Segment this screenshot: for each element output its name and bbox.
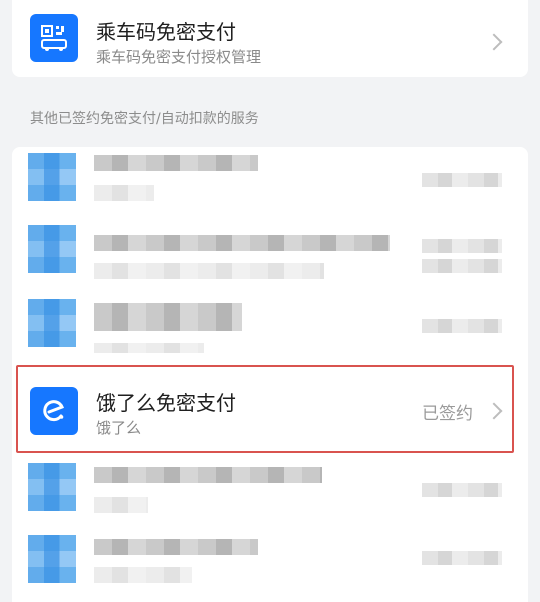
blurred-title xyxy=(94,303,242,331)
blurred-service-icon xyxy=(28,153,76,201)
list-item[interactable] xyxy=(12,291,528,363)
bus-code-title: 乘车码免密支付 xyxy=(96,20,236,44)
blurred-service-icon xyxy=(28,299,76,347)
blurred-title xyxy=(94,467,322,483)
bus-qr-code-icon xyxy=(30,14,78,62)
blurred-status xyxy=(422,173,502,187)
bus-code-subtitle: 乘车码免密支付授权管理 xyxy=(96,48,262,66)
blurred-service-icon xyxy=(28,463,76,511)
blurred-service-icon xyxy=(28,225,76,273)
list-item[interactable] xyxy=(12,219,528,291)
blurred-title xyxy=(94,539,258,555)
list-item[interactable] xyxy=(12,457,528,529)
blurred-title xyxy=(94,235,390,251)
chevron-right-icon xyxy=(485,33,503,51)
bus-code-card[interactable]: 乘车码免密支付 乘车码免密支付授权管理 xyxy=(12,0,528,77)
blurred-subtitle xyxy=(94,185,154,201)
blurred-subtitle xyxy=(94,343,204,353)
section-label: 其他已签约免密支付/自动扣款的服务 xyxy=(30,111,259,127)
blurred-status xyxy=(422,239,502,253)
blurred-subtitle xyxy=(94,263,324,279)
blurred-service-icon xyxy=(28,535,76,583)
highlight-box xyxy=(16,365,514,453)
blurred-subtitle xyxy=(94,567,192,583)
blurred-status xyxy=(422,483,502,497)
blurred-subtitle xyxy=(94,497,148,513)
blurred-status xyxy=(422,259,502,273)
blurred-title xyxy=(94,155,258,171)
list-item[interactable] xyxy=(12,529,528,601)
list-item[interactable] xyxy=(12,147,528,219)
blurred-status xyxy=(422,319,502,333)
blurred-status xyxy=(422,551,502,565)
